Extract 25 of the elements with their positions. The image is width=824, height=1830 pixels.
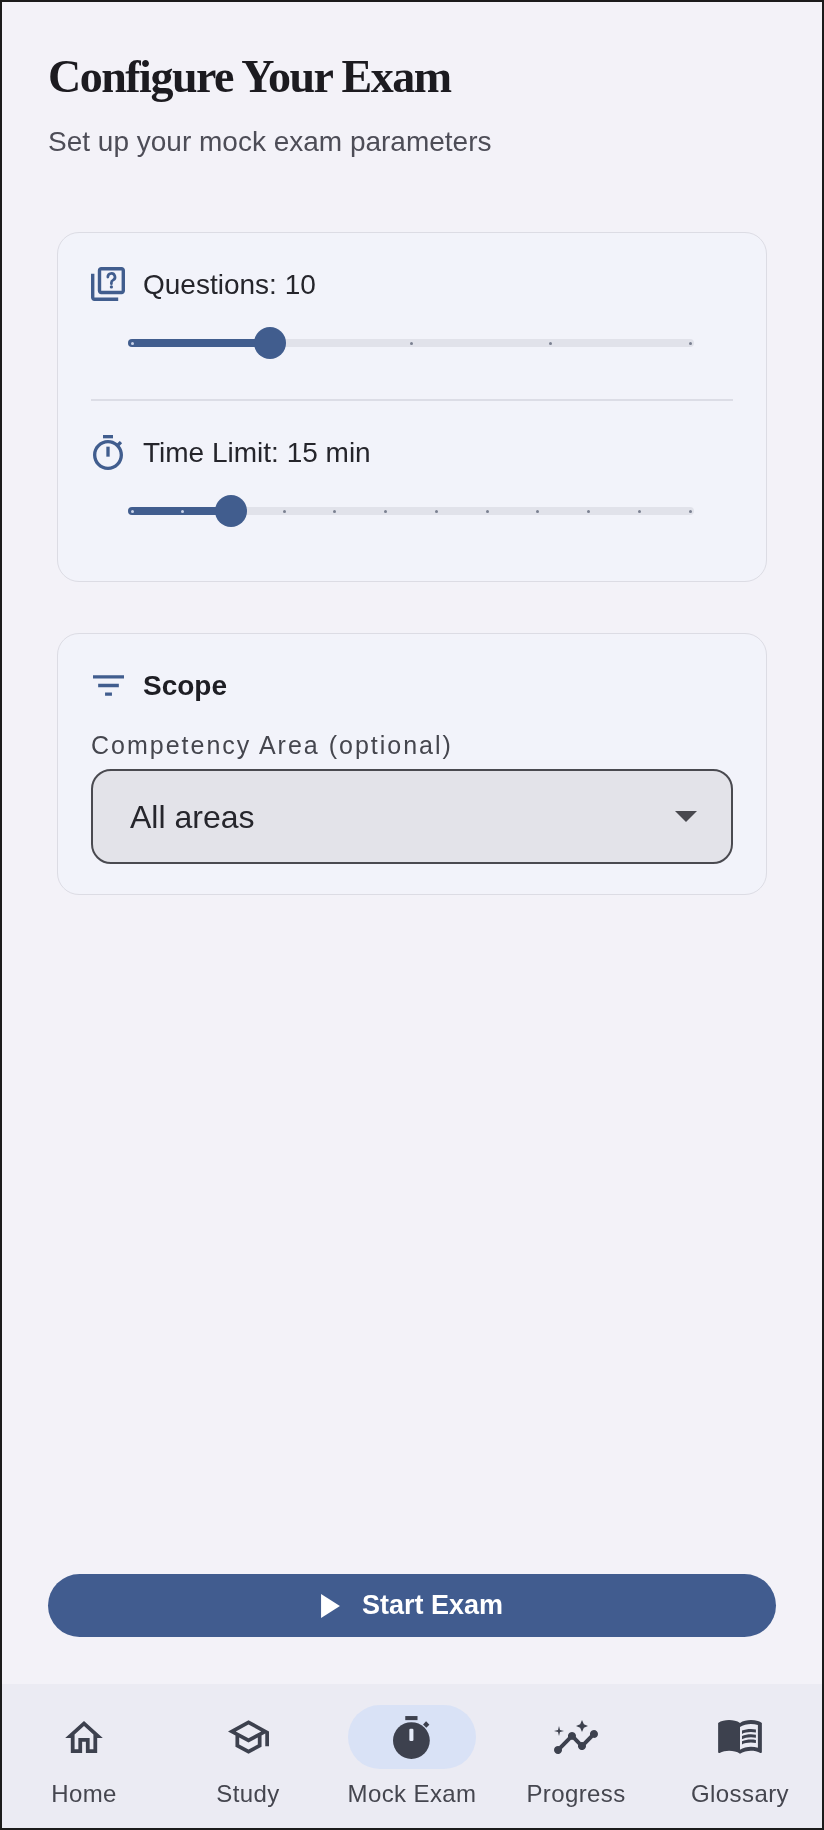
- start-exam-button[interactable]: Start Exam: [48, 1574, 776, 1637]
- bottom-nav-tab[interactable]: Study: [166, 1705, 330, 1828]
- play-icon: [320, 1593, 340, 1618]
- home-icon[interactable]: [65, 1721, 103, 1753]
- bottom-nav-tab[interactable]: Progress: [494, 1705, 658, 1828]
- stopwatch-icon: [93, 434, 123, 470]
- bottom-nav-tab[interactable]: Mock Exam: [330, 1705, 494, 1828]
- bottom-nav-tab[interactable]: Home: [2, 1705, 166, 1828]
- filter-icon: [92, 674, 124, 696]
- bottom-nav-tab[interactable]: Glossary: [658, 1705, 822, 1828]
- stopwatch-icon[interactable]: [393, 1715, 431, 1759]
- section-title: Scope: [143, 668, 228, 703]
- slider-thumb[interactable]: [214, 495, 247, 528]
- slider-thumb[interactable]: [253, 327, 286, 360]
- trend-line-sparkle-icon[interactable]: [554, 1720, 598, 1754]
- slider-label: Questions: 10: [143, 267, 316, 302]
- graduation-cap-icon[interactable]: [227, 1720, 269, 1754]
- page-subtitle: Set up your mock exam parameters: [48, 125, 493, 160]
- slider-label: Time Limit: 15 min: [143, 435, 371, 470]
- open-book-icon[interactable]: [718, 1720, 762, 1754]
- page-title: Configure Your Exam: [48, 50, 453, 104]
- area-dropdown[interactable]: All areas: [91, 769, 733, 865]
- question-stack-icon: [91, 267, 125, 302]
- caret-icon: [675, 811, 697, 823]
- field-label: Competency Area (optional): [91, 730, 454, 761]
